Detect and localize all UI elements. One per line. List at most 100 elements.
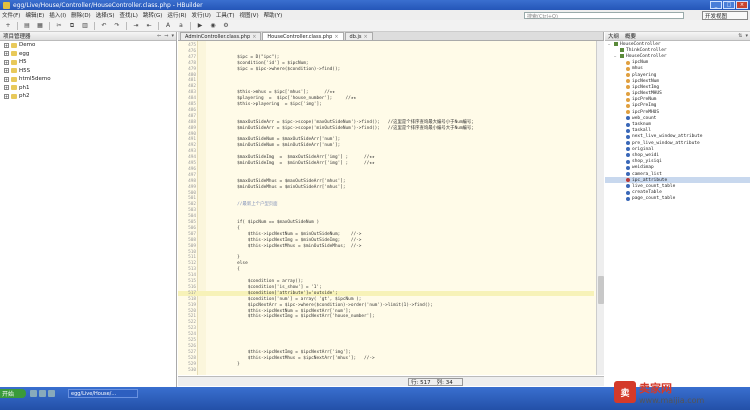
outline-item-label: mhus <box>632 66 643 72</box>
panel-menu-icon[interactable]: ▾ <box>171 33 174 39</box>
close-button[interactable]: × <box>736 1 748 9</box>
outline-item-label: ipc_attribute <box>632 177 668 183</box>
menu-find[interactable]: 查找(L) <box>120 11 138 19</box>
expand-icon[interactable]: + <box>4 51 9 57</box>
line-number: 524 <box>188 332 196 338</box>
collapse-icon[interactable]: ⇐ <box>157 33 161 39</box>
paste-icon[interactable]: ▥ <box>81 22 89 30</box>
quick-launch-icon[interactable] <box>39 390 46 397</box>
expand-icon[interactable]: + <box>4 68 9 74</box>
editor-tab[interactable]: HouseController.class.php × <box>262 32 344 40</box>
quick-launch-icon[interactable] <box>48 390 55 397</box>
outline-toggle-icon[interactable]: − <box>608 42 612 47</box>
expand-icon[interactable]: + <box>4 42 9 48</box>
class-icon <box>620 48 624 53</box>
maximize-button[interactable]: □ <box>723 1 735 9</box>
line-number: 505 <box>188 220 196 225</box>
menu-select[interactable]: 选择(S) <box>96 11 115 19</box>
outline-menu-icon[interactable]: ▾ <box>745 33 748 39</box>
tab-summary[interactable]: 概要 <box>625 32 636 40</box>
outline-item-label: ipcNextMHUS <box>632 91 662 97</box>
outdent-icon[interactable]: ⇤ <box>145 22 153 30</box>
expand-icon[interactable]: + <box>4 85 9 91</box>
close-tab-icon[interactable]: × <box>252 34 256 40</box>
sort-icon[interactable]: ⇅ <box>738 33 742 39</box>
tree-item[interactable]: + ph1 <box>0 84 176 93</box>
line-number: 499 <box>188 184 196 190</box>
browser-icon[interactable]: ◉ <box>209 22 217 30</box>
code-line: 504 <box>178 214 594 219</box>
outline-panel: 大纲 概要 ⇅ ▾ − HouseController ThinkControlle… <box>605 32 750 387</box>
menu-goto[interactable]: 跳转(G) <box>143 11 163 19</box>
code-line: 484 $playering = $ipc['house_number']; /… <box>178 96 594 101</box>
close-tab-icon[interactable]: × <box>363 34 367 40</box>
run-icon[interactable]: ▶ <box>196 22 204 30</box>
save-icon[interactable]: ▤ <box>23 22 31 30</box>
code-line: 479 $ipc = $ipc->where($condition)->find… <box>178 67 594 72</box>
save-all-icon[interactable]: ▦ <box>36 22 44 30</box>
taskbar-window-button[interactable]: egg/Live/House/... <box>68 389 138 398</box>
menu-run[interactable]: 运行(R) <box>167 11 186 19</box>
watermark-brand: 卖家网 <box>639 381 672 395</box>
new-icon[interactable]: + <box>4 22 12 30</box>
close-tab-icon[interactable]: × <box>334 34 338 40</box>
menu-edit[interactable]: 编辑(E) <box>25 11 44 19</box>
expand-icon[interactable]: + <box>4 76 9 82</box>
scrollbar-thumb[interactable] <box>598 276 604 304</box>
col-indicator: 列: 34 <box>436 380 453 386</box>
indent-icon[interactable]: ⇥ <box>132 22 140 30</box>
redo-icon[interactable]: ↷ <box>113 22 121 30</box>
start-button[interactable]: 开始 <box>0 389 26 398</box>
line-number: 475 <box>188 43 196 48</box>
tab-outline[interactable]: 大纲 <box>608 32 619 40</box>
outline-item[interactable]: page_count_table <box>605 196 750 202</box>
link-icon[interactable]: ⇒ <box>164 33 168 39</box>
view-switch-button[interactable]: 开发视图 <box>702 11 748 20</box>
menu-help[interactable]: 帮助(Y) <box>264 11 283 19</box>
code-line: 496 <box>178 167 594 172</box>
code-area[interactable]: 475 476 477 $ipc = D("ipc"); 478 $condition… <box>178 41 604 375</box>
line-number: 476 <box>188 48 196 54</box>
variable-icon <box>626 66 630 71</box>
outline-toggle-icon[interactable]: − <box>614 54 618 59</box>
outline-item-label: web_count <box>632 115 657 121</box>
expand-icon[interactable]: + <box>4 93 9 99</box>
menu-view[interactable]: 视图(V) <box>240 11 259 19</box>
expand-icon[interactable]: + <box>4 59 9 65</box>
tree-item[interactable]: + egg <box>0 50 176 59</box>
function-icon <box>626 128 630 133</box>
tree-item[interactable]: + html5demo <box>0 75 176 84</box>
code-line: 503 <box>178 208 594 213</box>
function-icon <box>626 159 630 164</box>
cut-icon[interactable]: ✂ <box>55 22 63 30</box>
menu-file[interactable]: 文件(F) <box>2 11 20 19</box>
variable-icon <box>626 103 630 108</box>
menu-delete[interactable]: 删除(D) <box>71 11 91 19</box>
menu-insert[interactable]: 插入(I) <box>49 11 66 19</box>
function-icon <box>626 190 630 195</box>
copy-icon[interactable]: ⧉ <box>68 22 76 30</box>
quick-launch-icon[interactable] <box>30 390 37 397</box>
toolbar-separator <box>190 21 191 30</box>
undo-icon[interactable]: ↶ <box>100 22 108 30</box>
search-input[interactable]: 搜索(Ctrl+Q) <box>524 12 684 20</box>
outline-item-label: ipcPreNum <box>632 97 657 103</box>
editor-tab[interactable]: AdminController.class.php × <box>180 32 262 40</box>
minimize-button[interactable]: _ <box>710 1 722 9</box>
code-line: 521 $this->ipcNextImg = $ipcNextArr['hou… <box>178 314 594 319</box>
menu-publish[interactable]: 发行(U) <box>192 11 211 19</box>
tree-item-label: egg <box>19 50 30 57</box>
menu-tools[interactable]: 工具(T) <box>216 11 235 19</box>
tree-item[interactable]: + Demo <box>0 41 176 50</box>
font-down-icon[interactable]: a <box>177 22 185 30</box>
tree-item[interactable]: + H5 <box>0 58 176 67</box>
editor-tab[interactable]: db.js × <box>344 32 373 40</box>
settings-icon[interactable]: ⚙ <box>222 22 230 30</box>
folder-icon <box>11 76 17 82</box>
toolbar-separator <box>49 21 50 30</box>
tree-item[interactable]: + ph2 <box>0 92 176 101</box>
font-up-icon[interactable]: A <box>164 22 172 30</box>
line-number: 515 <box>188 279 196 284</box>
vertical-scrollbar[interactable] <box>596 41 604 375</box>
tree-item[interactable]: + H5S <box>0 67 176 76</box>
